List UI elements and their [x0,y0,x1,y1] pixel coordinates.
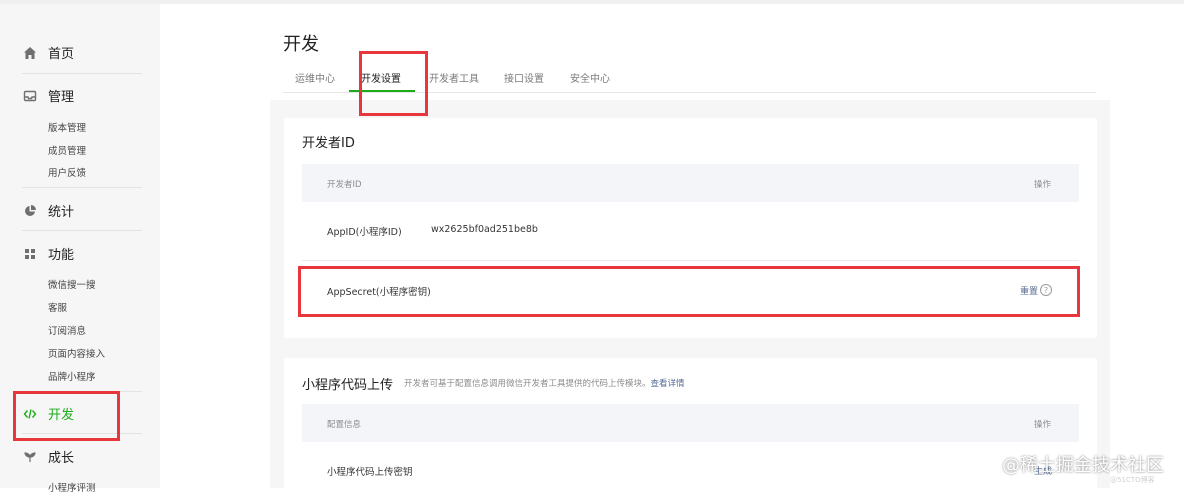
sidebar-divider [22,391,142,392]
column-header: 操作 [1033,420,1051,430]
table-row: AppSecret(小程序密钥) 重置 ? [302,260,1079,316]
tab-ops-center[interactable]: 运维中心 [295,70,335,85]
sidebar-item-develop[interactable]: 开发 [22,404,74,423]
sidebar-subitem-members[interactable]: 成员管理 [48,143,86,157]
grid-icon [22,246,38,262]
active-tab-indicator [349,90,415,92]
pie-chart-icon [22,203,38,219]
sidebar-divider [22,433,142,434]
sidebar-subitem-version[interactable]: 版本管理 [48,120,86,134]
sidebar-item-stats[interactable]: 统计 [22,201,74,220]
tab-dev-settings[interactable]: 开发设置 [361,70,401,85]
sidebar-divider [22,73,142,74]
card-title: 小程序代码上传 [302,378,394,393]
tab-api-settings[interactable]: 接口设置 [504,70,544,85]
developer-id-card: 开发者ID 开发者ID 操作 AppID(小程序ID) wx2625bf0ad2… [284,118,1097,338]
watermark-sub: @51CTO博客 [1110,476,1155,484]
sidebar-item-manage[interactable]: 管理 [22,86,74,105]
sidebar-subitem-content[interactable]: 页面内容接入 [48,346,105,360]
column-header: 开发者ID [327,180,362,190]
view-details-link[interactable]: 查看详情 [651,379,685,389]
sidebar-item-label: 成长 [48,451,75,466]
watermark: @稀土掘金技术社区 [1002,455,1164,476]
sidebar-item-label: 首页 [48,47,75,62]
home-icon [22,45,38,61]
sidebar-item-growth[interactable]: 成长 [22,447,74,466]
reset-link[interactable]: 重置 [1020,284,1038,297]
table-header: 开发者ID 操作 [302,164,1079,202]
description-text: 开发者可基于配置信息调用微信开发者工具提供的代码上传模块。 [404,379,651,389]
sidebar-item-label: 统计 [48,205,75,220]
sidebar-subitem-brand[interactable]: 品牌小程序 [48,369,96,383]
sidebar-subitem-review[interactable]: 小程序评测 [48,480,96,494]
tab-bar: 运维中心 开发设置 开发者工具 接口设置 安全中心 [283,64,1096,93]
sidebar-divider [22,230,142,231]
tab-security-center[interactable]: 安全中心 [570,70,610,85]
sidebar-divider [22,187,142,188]
column-header: 操作 [1033,180,1051,190]
inbox-icon [22,88,38,104]
sidebar: 首页 管理 版本管理 成员管理 用户反馈 统计 功能 微信搜一搜 客服 订阅消息… [0,4,160,494]
table-header: 配置信息 操作 [302,404,1079,442]
tab-dev-tools[interactable]: 开发者工具 [429,70,479,85]
sidebar-subitem-service[interactable]: 客服 [48,300,67,314]
code-icon [22,406,38,422]
card-description: 开发者可基于配置信息调用微信开发者工具提供的代码上传模块。查看详情 [404,377,685,389]
code-upload-card: 小程序代码上传 开发者可基于配置信息调用微信开发者工具提供的代码上传模块。查看详… [284,358,1097,498]
upload-key-label: 小程序代码上传密钥 [327,467,413,478]
help-icon[interactable]: ? [1040,284,1052,296]
sidebar-item-label: 开发 [48,408,75,423]
appid-label: AppID(小程序ID) [327,227,402,238]
sidebar-item-label: 管理 [48,90,75,105]
sidebar-item-label: 功能 [48,248,75,263]
sidebar-subitem-subscribe[interactable]: 订阅消息 [48,323,86,337]
page-title: 开发 [283,34,319,55]
sidebar-item-home[interactable]: 首页 [22,43,74,62]
appid-value: wx2625bf0ad251be8b [431,224,538,235]
table-row: AppID(小程序ID) wx2625bf0ad251be8b [302,202,1079,261]
sidebar-item-features[interactable]: 功能 [22,244,74,263]
appsecret-label: AppSecret(小程序密钥) [327,287,431,298]
card-title: 开发者ID [302,136,355,151]
top-border [0,0,1184,4]
column-header: 配置信息 [327,420,362,430]
table-row: 小程序代码上传密钥 生成 [302,442,1079,500]
sidebar-subitem-feedback[interactable]: 用户反馈 [48,165,86,179]
sprout-icon [22,449,38,465]
sidebar-subitem-search[interactable]: 微信搜一搜 [48,277,96,291]
